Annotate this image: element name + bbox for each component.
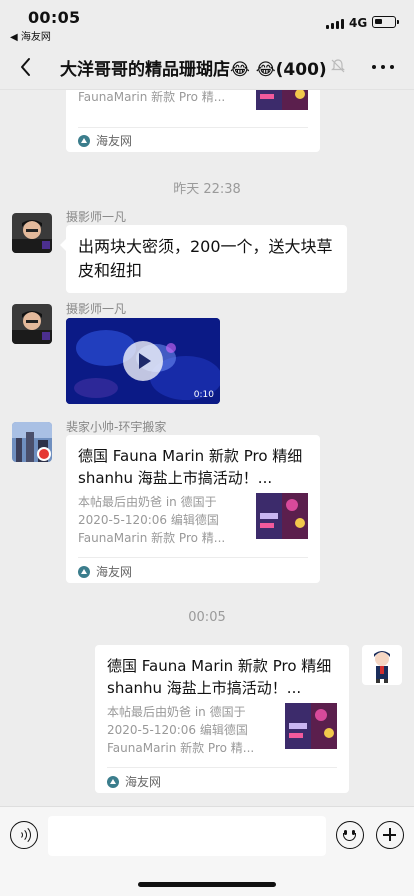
card-title: 德国 Fauna Marin 新款 Pro 精细 shanhu 海盐上市搞活动！… [78,447,303,487]
message-text: 出两块大密须，200一个，送大块草皮和纽扣 [78,237,333,280]
card-divider [78,127,308,128]
link-card-own[interactable]: 德国 Fauna Marin 新款 Pro 精细 shanhu 海盐上市搞活动！… [95,645,349,793]
message-input[interactable] [48,816,326,856]
status-bar: 00:05 ◀ 海友网 4G [0,0,414,44]
chat-header: 大洋哥哥的精品珊瑚店😂 😂(400) [0,44,414,90]
text-message-bubble[interactable]: 出两块大密须，200一个，送大块草皮和纽扣 [60,225,347,293]
timestamp: 00:05 [188,610,226,625]
play-icon[interactable] [123,341,163,381]
link-card[interactable]: 德国 Fauna Marin 新款 Pro 精细 shanhu 海盐上市搞活动！… [66,435,320,583]
card-title: 德国 Fauna Marin 新款 Pro 精细 shanhu 海盐上市搞活动！… [107,657,332,697]
card-description: 2020-5-120:06 编辑德国 FaunaMarin 新款 Pro 精..… [78,90,226,104]
network-type: 4G [349,16,368,30]
my-avatar[interactable] [362,645,402,685]
haiyou-logo-icon [107,776,119,788]
card-source: 海友网 [107,773,161,789]
chat-title: 大洋哥哥的精品珊瑚店😂 😂(400) [60,60,327,80]
card-source: 海友网 [78,132,132,148]
card-thumbnail [256,90,308,110]
card-source: 海友网 [78,563,132,579]
battery-icon [372,16,399,28]
card-divider [78,557,308,558]
home-indicator[interactable] [138,882,276,887]
chat-area[interactable]: 2020-5-120:06 编辑德国 FaunaMarin 新款 Pro 精..… [0,90,414,806]
link-card-partial[interactable]: 2020-5-120:06 编辑德国 FaunaMarin 新款 Pro 精..… [66,90,320,152]
card-description: 本帖最后由奶爸 in 德国于 2020-5-120:06 编辑德国 FaunaM… [78,495,226,545]
mute-bell-icon [330,58,346,74]
voice-input-button[interactable] [10,821,38,849]
card-source-label: 海友网 [96,565,133,579]
haiyou-logo-icon [78,135,90,147]
sender-name: 裴家小帅-环宇搬家 [66,420,167,434]
back-button[interactable] [14,54,40,80]
more-actions-plus-button[interactable] [376,821,404,849]
more-options-button[interactable] [370,56,396,76]
sender-name: 摄影师一凡 [66,210,127,224]
avatar[interactable] [12,422,52,462]
avatar[interactable] [12,213,52,253]
haiyou-logo-icon [78,566,90,578]
emoji-button[interactable] [336,821,364,849]
signal-icon [326,19,344,29]
timestamp: 昨天 22:38 [173,182,241,197]
status-time: 00:05 [28,8,81,27]
card-thumbnail [285,703,337,749]
avatar[interactable] [12,304,52,344]
video-duration: 0:10 [193,390,214,400]
card-divider [107,767,337,768]
back-to-app-link[interactable]: ◀ 海友网 [10,28,51,43]
sender-name: 摄影师一凡 [66,302,127,316]
card-source-label: 海友网 [125,775,162,789]
video-message[interactable]: 0:10 [66,318,220,404]
card-source-label: 海友网 [96,134,133,148]
card-description: 本帖最后由奶爸 in 德国于 2020-5-120:06 编辑德国 FaunaM… [107,705,255,755]
card-thumbnail [256,493,308,539]
chevron-left-icon [21,58,30,76]
